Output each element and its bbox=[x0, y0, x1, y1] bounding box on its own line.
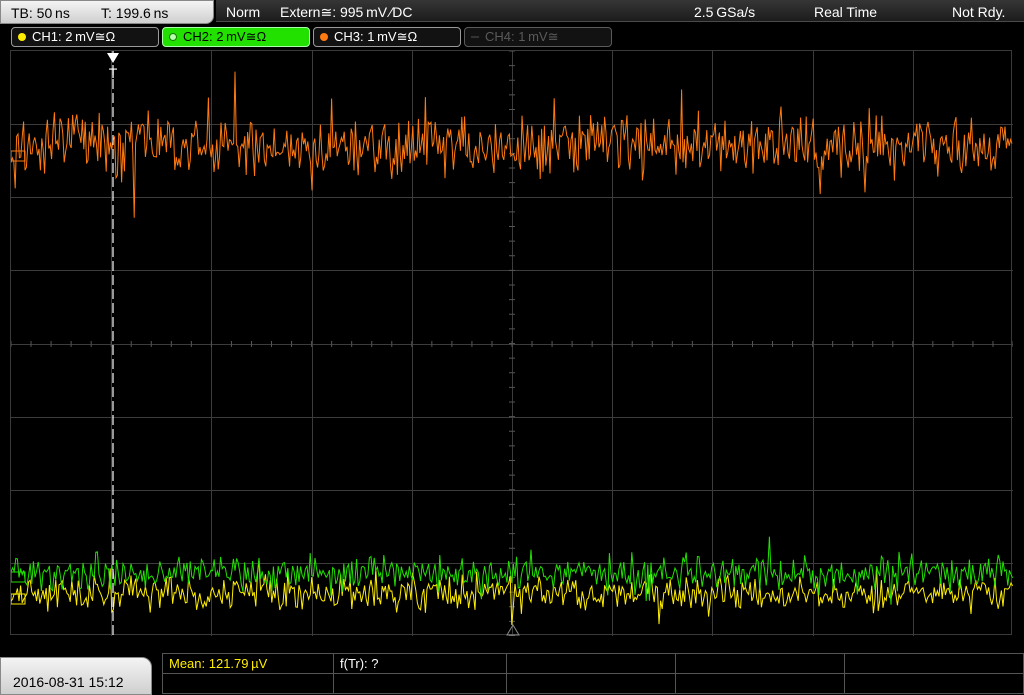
timebase-readout: TB: 50 ns bbox=[11, 5, 70, 21]
timebase-panel[interactable]: TB: 50 ns T: 199.6 ns bbox=[0, 0, 214, 24]
measurement-cell-empty[interactable] bbox=[844, 653, 1024, 674]
datetime-panel: 2016-08-31 15:12 bbox=[0, 657, 152, 695]
measurement-panel: Mean: 121.79 µV f(Tr): ? bbox=[162, 651, 1024, 695]
measurement-frequency: f(Tr): ? bbox=[340, 656, 379, 671]
trigger-time-readout: T: 199.6 ns bbox=[101, 5, 169, 21]
trigger-panel[interactable]: Norm Extern≅: 995 mV ∕DC 2.5 GSa/s Real … bbox=[216, 0, 1024, 22]
acquisition-state: Not Rdy. bbox=[952, 4, 1006, 20]
trace-ch3 bbox=[11, 71, 1013, 218]
channel-label: CH4: 1 mV≅ bbox=[485, 29, 559, 44]
channel-dot-icon bbox=[320, 33, 328, 41]
measurement-cell-empty[interactable] bbox=[506, 653, 676, 674]
trigger-marker-label: T bbox=[109, 65, 118, 81]
measurement-mean: Mean: 121.79 µV bbox=[169, 656, 268, 671]
measurement-cell-mean[interactable]: Mean: 121.79 µV bbox=[162, 653, 334, 674]
trigger-source: Extern≅: 995 mV ∕DC bbox=[280, 4, 413, 20]
measurement-cell-empty[interactable] bbox=[675, 673, 845, 694]
trigger-arrow-icon bbox=[107, 53, 119, 63]
waveform-display[interactable]: T bbox=[10, 50, 1013, 636]
measurement-cell-empty[interactable] bbox=[844, 673, 1024, 694]
channel-dot-icon bbox=[18, 33, 26, 41]
datetime-readout: 2016-08-31 15:12 bbox=[13, 674, 124, 690]
channel-label: CH1: 2 mV≅Ω bbox=[32, 29, 116, 44]
channel-label: CH3: 1 mV≅Ω bbox=[334, 29, 418, 44]
status-bar: TB: 50 ns T: 199.6 ns Norm Extern≅: 995 … bbox=[0, 0, 1024, 24]
channel-label: CH2: 2 mV≅Ω bbox=[183, 29, 267, 44]
sample-rate: 2.5 GSa/s bbox=[694, 4, 756, 20]
waveform-canvas: T bbox=[11, 51, 1013, 636]
measurement-cell-empty[interactable] bbox=[506, 673, 676, 694]
measurement-cell-empty[interactable] bbox=[333, 673, 507, 694]
channel-tab-ch2[interactable]: CH2: 2 mV≅Ω bbox=[162, 27, 310, 47]
measurement-cell-empty[interactable] bbox=[162, 673, 334, 694]
measurement-cell-freq[interactable]: f(Tr): ? bbox=[333, 653, 507, 674]
channel-tab-ch4[interactable]: CH4: 1 mV≅ bbox=[464, 27, 612, 47]
channel-tab-ch1[interactable]: CH1: 2 mV≅Ω bbox=[11, 27, 159, 47]
measurement-cell-empty[interactable] bbox=[675, 653, 845, 674]
channel-tab-ch3[interactable]: CH3: 1 mV≅Ω bbox=[313, 27, 461, 47]
trigger-mode: Norm bbox=[226, 4, 261, 20]
channel-dot-icon bbox=[169, 33, 177, 41]
acquisition-mode: Real Time bbox=[814, 4, 878, 20]
channel-dot-icon bbox=[471, 36, 479, 38]
